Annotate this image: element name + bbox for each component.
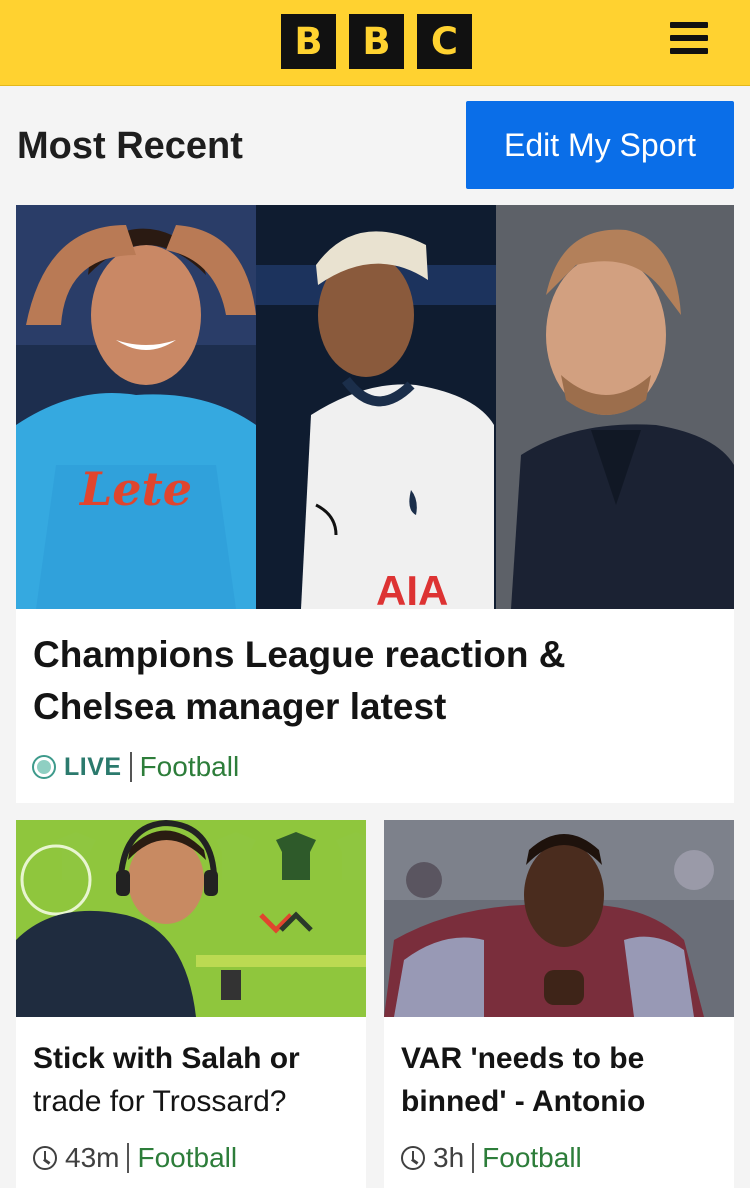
story-time: 3h [433, 1142, 465, 1173]
story-card[interactable]: Stick with Salah or trade for Trossard? … [16, 820, 366, 1188]
story-headline-part: Stick with Salah or [33, 1042, 300, 1075]
hero-story-headline[interactable]: Champions League reaction & Chelsea mana… [33, 629, 713, 733]
category-link[interactable]: Football [137, 1142, 237, 1174]
story-headline[interactable]: Stick with Salah or trade for Trossard? [33, 1037, 363, 1123]
logo-letter: C [417, 14, 472, 69]
clock-icon [401, 1146, 425, 1170]
section-title: Most Recent [17, 125, 243, 167]
category-link[interactable]: Football [140, 751, 240, 783]
hero-story-meta: LIVE Football [32, 751, 239, 783]
svg-text:AIA: AIA [376, 567, 448, 609]
top-bar: B B C [0, 0, 750, 86]
category-link[interactable]: Football [482, 1142, 582, 1174]
logo-letter: B [281, 14, 336, 69]
hero-story-image[interactable]: Lete AIA [16, 205, 734, 609]
meta-divider [127, 1143, 130, 1173]
hamburger-menu-icon[interactable] [670, 22, 712, 62]
story-headline-part: binned' - Antonio [401, 1085, 646, 1118]
story-card[interactable]: VAR 'needs to be binned' - Antonio 3h Fo… [384, 820, 734, 1188]
story-image[interactable] [16, 820, 366, 1017]
story-headline[interactable]: VAR 'needs to be binned' - Antonio [401, 1037, 731, 1123]
story-meta: 3h Football [401, 1142, 582, 1174]
clock-icon [33, 1146, 57, 1170]
story-time: 43m [65, 1142, 120, 1173]
live-indicator-icon [32, 755, 56, 779]
story-image[interactable] [384, 820, 734, 1017]
story-headline-part: VAR 'needs to be [401, 1042, 645, 1075]
story-meta: 43m Football [33, 1142, 237, 1174]
hero-story-card[interactable]: Lete AIA Champions League reaction & Che… [16, 205, 734, 803]
meta-divider [472, 1143, 475, 1173]
story-headline-part: trade for Trossard? [33, 1085, 287, 1118]
svg-text:Lete: Lete [78, 462, 192, 516]
meta-divider [129, 752, 132, 782]
logo-letter: B [349, 14, 404, 69]
bbc-logo[interactable]: B B C [281, 14, 472, 69]
edit-my-sport-button[interactable]: Edit My Sport [466, 101, 734, 189]
live-label: LIVE [64, 752, 122, 781]
